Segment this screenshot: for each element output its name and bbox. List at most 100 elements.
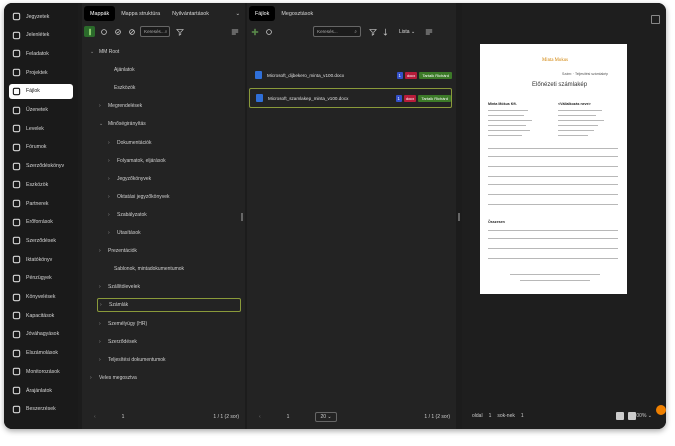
doc-text-line — [488, 204, 618, 206]
tree-node[interactable]: › Utasítások — [106, 226, 241, 240]
sidebar-item-13[interactable]: Iktatókönyv — [12, 252, 76, 267]
sidebar-item-19[interactable]: Monitorozások — [12, 364, 76, 379]
prev-page-icon[interactable]: ‹ — [259, 414, 261, 420]
sidebar-item-4[interactable]: Fájlok — [9, 83, 73, 99]
chevron-icon[interactable]: ⌄ — [90, 49, 96, 55]
chevron-icon[interactable]: › — [108, 176, 114, 182]
sidebar-item-5[interactable]: Üzenetek — [12, 103, 76, 118]
file-row[interactable]: Microsoft_szamlakep_minta_v100.docx 1 do… — [249, 88, 452, 108]
chevron-icon[interactable]: › — [108, 230, 114, 236]
tree-node[interactable]: › Dokumentációk — [106, 136, 241, 150]
tab-registries[interactable]: Nyilvántartások — [166, 6, 215, 21]
tree-node[interactable]: › Teljesítési dokumentumok — [97, 353, 241, 367]
refresh-icon[interactable] — [263, 26, 274, 37]
ledger-icon — [12, 293, 21, 302]
owner-badge[interactable]: Tartalk Richárd — [418, 94, 451, 102]
add-file-icon[interactable] — [249, 26, 260, 37]
chevron-icon[interactable]: › — [108, 194, 114, 200]
folder-search-input[interactable]: Keresés... ⌕ — [140, 26, 170, 37]
sidebar-item-3[interactable]: Projektek — [12, 65, 76, 80]
page-number[interactable]: 1 — [287, 414, 290, 420]
menu-icon[interactable] — [423, 26, 434, 37]
sidebar-item-16[interactable]: Kapacitások — [12, 308, 76, 323]
tabs-dropdown-icon[interactable]: ⌄ — [230, 6, 245, 21]
search-icon: ⌕ — [164, 29, 168, 34]
maximize-icon[interactable] — [651, 15, 660, 24]
sidebar-item-6[interactable]: Levelek — [12, 121, 76, 136]
filter-clear-icon[interactable] — [367, 26, 378, 37]
zoom-select[interactable]: 100% ⌄ — [634, 413, 652, 419]
sidebar-item-7[interactable]: Fórumok — [12, 140, 76, 155]
tree-node[interactable]: ⌄ MM Root — [88, 45, 241, 59]
sidebar-item-9[interactable]: Eszközök — [12, 177, 76, 192]
prev-page-icon[interactable]: ‹ — [94, 414, 96, 420]
splitter-handle[interactable] — [241, 213, 243, 221]
tree-node-label: Prezentációk — [108, 248, 137, 255]
sidebar-item-label: Beszerzések — [26, 406, 56, 413]
tree-node[interactable]: Sablonok, mintadokumentumok — [97, 262, 241, 276]
chevron-icon[interactable]: › — [90, 375, 96, 381]
chevron-icon[interactable]: › — [108, 212, 114, 218]
chevron-icon[interactable]: › — [99, 357, 105, 363]
file-search-input[interactable]: Keresés... ⌕ — [313, 26, 361, 37]
page-size-select[interactable]: 20 ⌄ — [315, 412, 337, 422]
view-mode-select[interactable]: Lista ⌄ — [399, 29, 415, 35]
doc-seller: Minta Mókus Kft. — [488, 102, 517, 106]
tree-node[interactable]: › Folyamatok, eljárások — [106, 154, 241, 168]
tree-node[interactable]: › Oktatási jegyzőkönyvek — [106, 190, 241, 204]
tree-node[interactable]: › Szerződések — [97, 335, 241, 349]
sidebar-item-12[interactable]: Szerződések — [12, 233, 76, 248]
tab-files[interactable]: Fájlok — [249, 6, 276, 21]
sidebar-item-8[interactable]: Szerződéskönyv — [12, 159, 76, 174]
tree-node[interactable]: Ajánlatok — [97, 63, 241, 77]
owner-badge[interactable]: Tartalk Richárd — [419, 71, 452, 79]
sort-icon[interactable] — [381, 26, 392, 37]
menu-icon[interactable] — [229, 26, 240, 37]
chevron-icon[interactable]: ⌄ — [99, 121, 105, 127]
sidebar-item-15[interactable]: Könyvelések — [12, 290, 76, 305]
tree-node[interactable]: Eszközök — [97, 81, 241, 95]
chevron-icon[interactable]: › — [100, 302, 106, 308]
sidebar-item-11[interactable]: Erőforrások — [12, 215, 76, 230]
sidebar-item-21[interactable]: Beszerzések — [12, 402, 76, 417]
chevron-icon[interactable]: › — [99, 248, 105, 254]
file-row[interactable]: Microsoft_dijbekero_minta_v100.docx 1 do… — [249, 65, 452, 85]
sidebar-item-20[interactable]: Árajánlatok — [12, 383, 76, 398]
tree-node[interactable]: ⌄ Minőségirányítás — [97, 117, 241, 131]
approve-icon[interactable] — [112, 26, 123, 37]
sidebar-item-2[interactable]: Feladatok — [12, 46, 76, 61]
doc-text-line — [558, 115, 596, 117]
print-icon[interactable] — [616, 412, 624, 420]
chevron-icon[interactable]: › — [108, 140, 114, 146]
page-number[interactable]: 1 — [122, 414, 125, 420]
tab-shares[interactable]: Megosztások — [275, 6, 319, 21]
tree-node[interactable]: › Megrendelések — [97, 99, 241, 113]
approve-icon — [12, 330, 21, 339]
chevron-icon[interactable]: › — [99, 284, 105, 290]
refresh-icon[interactable] — [98, 26, 109, 37]
tree-node[interactable]: › Szabályzatok — [106, 208, 241, 222]
filter-clear-icon[interactable] — [174, 26, 185, 37]
sidebar-item-14[interactable]: Pénzügyek — [12, 271, 76, 286]
chevron-icon[interactable]: › — [99, 339, 105, 345]
sidebar-item-1[interactable]: Jelenlétek — [12, 28, 76, 43]
tree-node[interactable]: › Jegyzőkönyvek — [106, 172, 241, 186]
sidebar-item-18[interactable]: Elszámolások — [12, 346, 76, 361]
sidebar-item-17[interactable]: Jóváhagyások — [12, 327, 76, 342]
chevron-icon[interactable]: › — [99, 103, 105, 109]
tab-folder-structure[interactable]: Mappa struktúra — [115, 6, 166, 21]
splitter-handle[interactable] — [458, 213, 460, 221]
block-icon[interactable] — [126, 26, 137, 37]
tree-node[interactable]: › Szállítólevelek — [97, 280, 241, 294]
chevron-icon[interactable]: › — [99, 321, 105, 327]
tree-node[interactable]: › Személyügy (HR) — [97, 317, 241, 331]
tab-folders[interactable]: Mappák — [84, 6, 116, 21]
sidebar-item-10[interactable]: Partnerek — [12, 196, 76, 211]
tree-node[interactable]: › Prezentációk — [97, 244, 241, 258]
tree-node[interactable]: › Veles megosztva — [88, 371, 241, 385]
chevron-icon[interactable]: › — [108, 158, 114, 164]
tree-node[interactable]: › Számlák — [97, 298, 241, 313]
add-folder-button[interactable] — [84, 26, 95, 37]
help-icon[interactable] — [656, 405, 666, 415]
sidebar-item-0[interactable]: Jegyzetek — [12, 9, 76, 24]
